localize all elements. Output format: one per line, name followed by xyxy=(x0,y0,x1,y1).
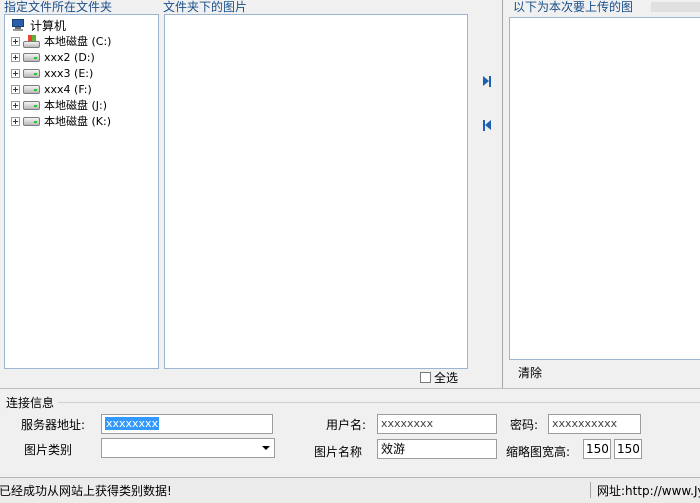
image-name-value: 效游 xyxy=(381,442,406,456)
username-value: xxxxxxxx xyxy=(381,417,434,430)
status-bar: 已经成功从网站上获得类别数据! 网址:http://www.Jy xyxy=(0,477,700,503)
server-value: xxxxxxxx xyxy=(105,417,160,430)
category-select[interactable] xyxy=(101,438,275,458)
tree-item-label: 本地磁盘 (C:) xyxy=(44,35,112,48)
thumbnail-height-value: 150 xyxy=(617,442,640,456)
panel-divider xyxy=(502,0,503,388)
tree-root-label: 计算机 xyxy=(30,18,67,33)
images-panel-title: 文件夹下的图片 xyxy=(163,0,248,14)
server-field[interactable]: xxxxxxxx xyxy=(101,414,273,434)
status-divider xyxy=(590,482,597,498)
group-top-line xyxy=(0,388,700,389)
tree-item-label: xxx4 (F:) xyxy=(44,82,92,96)
drive-icon xyxy=(23,100,40,110)
remove-from-upload-button[interactable] xyxy=(483,118,495,132)
thumbnail-width-value: 150 xyxy=(586,442,609,456)
tree-item-label: xxx2 (D:) xyxy=(44,50,95,64)
expand-icon[interactable] xyxy=(11,52,20,62)
status-url[interactable]: 网址:http://www.Jy xyxy=(597,482,700,499)
image-name-label: 图片名称 xyxy=(314,445,363,459)
upload-list[interactable] xyxy=(509,17,700,360)
tree-item-drive-k[interactable]: 本地磁盘 (K:) xyxy=(11,113,111,129)
select-all-checkbox[interactable]: 全选 xyxy=(420,369,458,386)
tree-root-computer[interactable]: 计算机 xyxy=(11,17,66,33)
expand-icon[interactable] xyxy=(11,100,20,110)
tree-item-label: xxx3 (E:) xyxy=(44,66,94,80)
username-field[interactable]: xxxxxxxx xyxy=(377,414,497,434)
folder-panel-title: 指定文件所在文件夹 xyxy=(4,0,113,14)
drive-icon xyxy=(23,52,40,62)
folder-images-list[interactable] xyxy=(164,14,468,369)
thumbnail-height-field[interactable]: 150 xyxy=(614,439,642,459)
image-name-field[interactable]: 效游 xyxy=(377,439,497,459)
thumbnail-width-field[interactable]: 150 xyxy=(583,439,611,459)
computer-icon xyxy=(11,19,25,31)
add-to-upload-button[interactable] xyxy=(483,74,495,88)
tree-item-drive-f[interactable]: xxx4 (F:) xyxy=(11,81,92,97)
folder-tree[interactable]: 计算机 本地磁盘 (C:) xxx2 (D:) xxx3 (E:) xxx4 (… xyxy=(4,14,159,369)
select-all-label: 全选 xyxy=(434,371,459,385)
expand-icon[interactable] xyxy=(11,68,20,78)
thumbnail-size-label: 缩略图宽高: xyxy=(506,445,571,459)
expand-icon[interactable] xyxy=(11,36,20,46)
expand-icon[interactable] xyxy=(11,116,20,126)
server-label: 服务器地址: xyxy=(21,418,86,432)
password-field[interactable]: xxxxxxxxxx xyxy=(548,414,641,434)
upload-panel-title: 以下为本次要上传的图 xyxy=(513,0,634,14)
category-label: 图片类别 xyxy=(24,443,73,457)
tree-item-drive-j[interactable]: 本地磁盘 (J:) xyxy=(11,97,107,113)
drive-icon xyxy=(23,116,40,126)
drive-icon xyxy=(23,84,40,94)
expand-icon[interactable] xyxy=(11,84,20,94)
clear-button[interactable]: 清除 xyxy=(518,364,542,381)
arrow-left-icon xyxy=(485,120,491,130)
drive-icon xyxy=(23,68,40,78)
tree-item-drive-e[interactable]: xxx3 (E:) xyxy=(11,65,93,81)
password-label: 密码: xyxy=(510,418,539,432)
username-label: 用户名: xyxy=(326,418,367,432)
checkbox-icon[interactable] xyxy=(420,372,431,383)
tree-item-drive-c[interactable]: 本地磁盘 (C:) xyxy=(11,33,111,49)
tree-item-label: 本地磁盘 (J:) xyxy=(44,99,108,112)
title-overflow-mask xyxy=(651,2,700,12)
system-drive-icon xyxy=(23,34,40,48)
connection-group-title: 连接信息 xyxy=(6,396,55,410)
chevron-down-icon[interactable] xyxy=(262,446,270,450)
status-message: 已经成功从网站上获得类别数据! xyxy=(0,484,172,498)
group-title-line xyxy=(58,402,700,403)
tree-item-drive-d[interactable]: xxx2 (D:) xyxy=(11,49,95,65)
password-value: xxxxxxxxxx xyxy=(552,417,618,430)
tree-item-label: 本地磁盘 (K:) xyxy=(44,115,111,128)
